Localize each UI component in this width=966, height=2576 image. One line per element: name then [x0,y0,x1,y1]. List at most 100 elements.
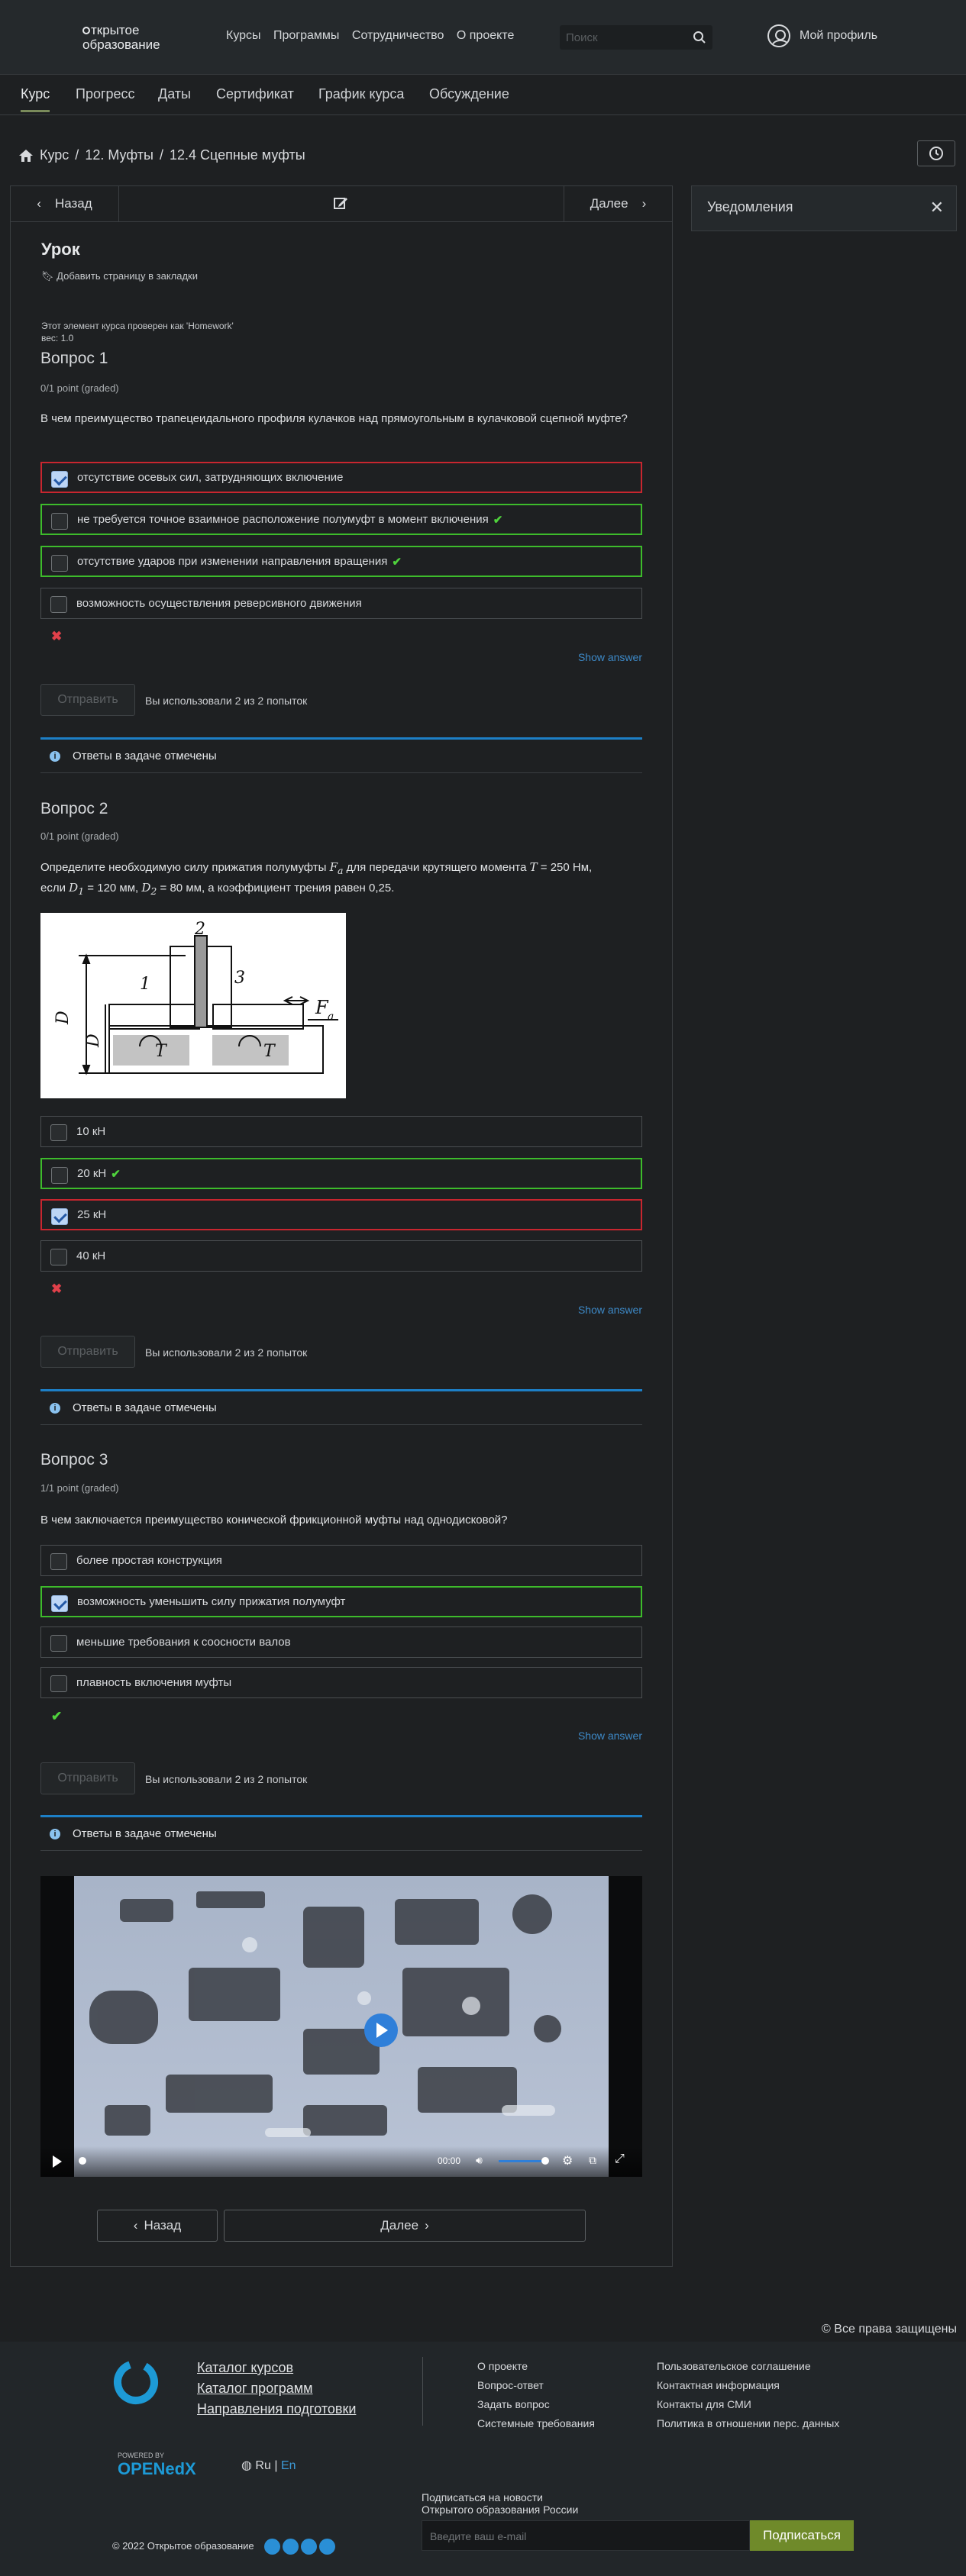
sequence-unit-tab[interactable] [333,195,348,214]
lang-ru[interactable]: Ru [255,2459,270,2472]
info-icon: i [50,1402,60,1414]
incorrect-icon: ✖ [51,629,63,643]
nav-cooperation[interactable]: Сотрудничество [352,29,444,42]
answer-option[interactable]: отсутствие осевых сил, затрудняющих вклю… [40,462,642,493]
footer-link[interactable]: Политика в отношении перс. данных [657,2417,839,2429]
search-icon[interactable] [693,31,706,44]
tab-progress[interactable]: Прогресс [76,86,135,102]
email-input[interactable] [430,2529,659,2544]
checkbox[interactable] [50,1124,67,1141]
answer-option[interactable]: меньшие требования к соосности валов [40,1627,642,1658]
weight-note: вес: 1.0 [41,333,74,343]
nav-about[interactable]: О проекте [457,29,514,42]
submit-button[interactable]: Отправить [40,684,135,716]
question-points: 1/1 point (graded) [40,1482,119,1494]
nav-programs[interactable]: Программы [273,29,339,42]
submit-button[interactable]: Отправить [40,1336,135,1368]
progress-handle[interactable] [79,2157,86,2165]
show-answer-button[interactable]: Show answer [40,651,642,663]
footer-link[interactable]: Задать вопрос [477,2398,595,2410]
answer-option[interactable]: плавность включения муфты [40,1667,642,1698]
tab-discussion[interactable]: Обсуждение [429,86,509,102]
footer-link[interactable]: Каталог программ [197,2381,356,2397]
answer-option[interactable]: отсутствие ударов при изменении направле… [40,546,642,577]
tab-dates[interactable]: Даты [158,86,191,102]
sequence-prev-button[interactable]: ‹ Назад [11,186,119,221]
checkbox[interactable] [51,555,68,572]
submit-button[interactable]: Отправить [40,1762,135,1794]
bookmark-button[interactable]: 🔖︎ Добавить страницу в закладки [41,270,198,282]
checkbox[interactable] [51,513,68,530]
rights-text: © Все права защищены [822,2323,957,2336]
sequence-next-button[interactable]: Далее › [564,186,672,221]
site-logo[interactable]: ткрытое образование [82,23,182,53]
clock-icon [929,147,943,160]
question-points: 0/1 point (graded) [40,830,119,842]
checkbox[interactable] [51,1167,68,1184]
checkbox[interactable] [51,471,68,488]
answer-option[interactable]: возможность уменьшить силу прижатия полу… [40,1586,642,1617]
profile-menu[interactable]: Мой профиль [767,24,877,47]
clutch-drawing: D D 1 2 3 T T F a [53,920,338,1075]
checkbox[interactable] [50,1635,67,1652]
show-answer-button[interactable]: Show answer [40,1304,642,1316]
answer-option[interactable]: 20 кН ✔ [40,1158,642,1189]
answer-option[interactable]: 25 кН [40,1199,642,1230]
attempts-text: Вы использовали 2 из 2 попыток [145,1346,308,1359]
bottom-prev-button[interactable]: ‹ Назад [97,2210,218,2242]
footer-link[interactable]: Контакты для СМИ [657,2398,839,2410]
close-icon[interactable]: ✕ [930,198,944,218]
checkbox[interactable] [50,596,67,613]
breadcrumb-course[interactable]: Курс [40,147,69,163]
answer-option[interactable]: 10 кН [40,1116,642,1147]
engine-parts-image [89,1891,561,2137]
subscribe-button[interactable]: Подписаться [750,2520,854,2551]
settings-icon[interactable]: ⚙ [562,2153,573,2168]
checkbox[interactable] [51,1595,68,1612]
ok-icon[interactable] [301,2539,318,2555]
footer-link[interactable]: Системные требования [477,2417,595,2429]
nav-courses[interactable]: Курсы [226,29,261,42]
tab-schedule[interactable]: График курса [318,86,404,102]
footer-link[interactable]: О проекте [477,2360,595,2372]
volume-handle[interactable] [541,2157,549,2165]
footer-link[interactable]: Направления подготовки [197,2401,356,2417]
vk-icon[interactable] [283,2539,299,2555]
answer-option[interactable]: не требуется точное взаимное расположени… [40,504,642,535]
twitter-icon[interactable] [319,2539,336,2555]
answer-option[interactable]: возможность осуществления реверсивного д… [40,588,642,619]
play-icon[interactable] [53,2155,62,2168]
telegram-icon[interactable] [264,2539,281,2555]
fullscreen-icon[interactable]: ⤢ [615,2152,625,2166]
history-button[interactable] [917,140,955,166]
checkbox[interactable] [50,1249,67,1265]
question-text: В чем преимущество трапецеидального проф… [40,412,628,425]
footer-link[interactable]: Каталог курсов [197,2360,356,2376]
checkbox[interactable] [51,1208,68,1225]
clutch-diagram: D D 1 2 3 T T F a [40,913,346,1098]
footer-link[interactable]: Пользовательское соглашение [657,2360,839,2372]
answer-option[interactable]: 40 кН [40,1240,642,1272]
bottom-next-button[interactable]: Далее › [224,2210,586,2242]
openedx-logo[interactable]: OPENedX [118,2459,196,2479]
play-overlay-button[interactable] [364,2013,398,2047]
volume-slider[interactable] [499,2160,544,2162]
show-answer-button[interactable]: Show answer [40,1730,642,1742]
volume-icon[interactable]: 🔊︎ [476,2154,483,2167]
svg-text:1: 1 [140,975,150,994]
footer-link[interactable]: Контактная информация [657,2379,839,2391]
tab-course[interactable]: Курс [21,86,50,112]
video-controls: 00:00 🔊︎ ⚙ ⧉ ⤢ [40,2146,642,2177]
lang-en[interactable]: En [281,2459,296,2472]
popout-icon[interactable]: ⧉ [589,2154,596,2167]
video-player[interactable]: 00:00 🔊︎ ⚙ ⧉ ⤢ [40,1876,642,2177]
answer-option[interactable]: более простая конструкция [40,1545,642,1576]
footer-link[interactable]: Вопрос-ответ [477,2379,595,2391]
tab-certificate[interactable]: Сертификат [216,86,294,102]
checkbox[interactable] [50,1675,67,1692]
breadcrumb-section[interactable]: 12. Муфты [85,147,153,163]
search-input[interactable] [566,30,688,45]
newsletter-line-1: Подписаться на новости [422,2491,543,2503]
checkbox[interactable] [50,1553,67,1570]
footer-copyright: © 2022 Открытое образование [112,2539,338,2555]
